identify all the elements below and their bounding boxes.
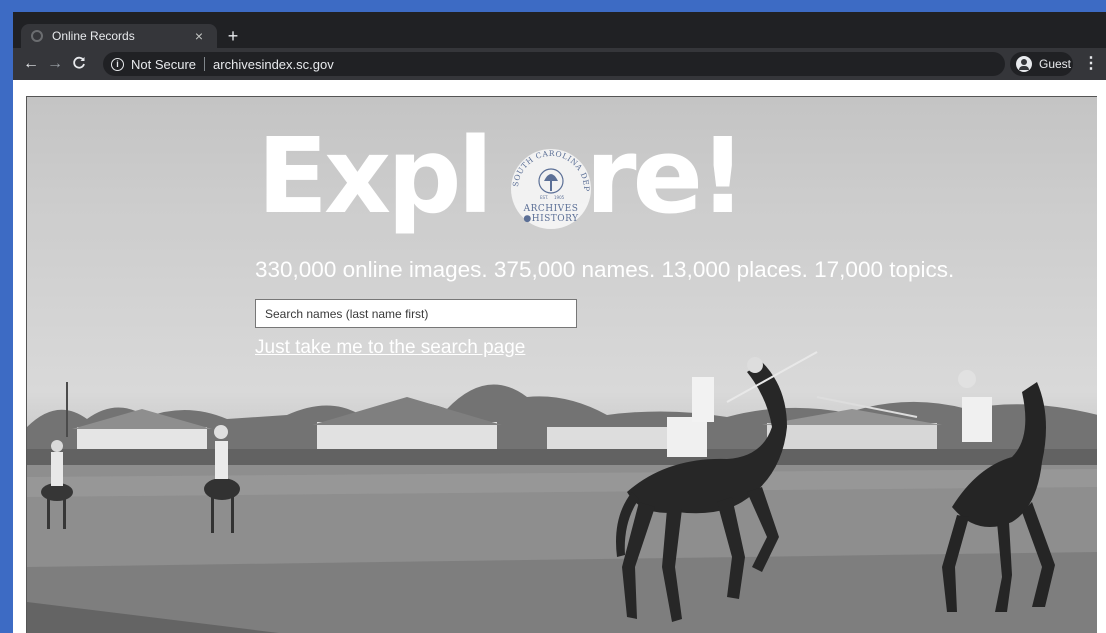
archives-seal-logo: SOUTH CAROLINA DEPARTMENT OF EST. 1905 A… (506, 137, 591, 229)
search-names-input[interactable] (255, 299, 577, 328)
svg-text:1905: 1905 (554, 195, 565, 200)
title-part-right: re! (585, 115, 746, 237)
reload-icon[interactable] (67, 51, 91, 78)
tab-strip: Online Records × + (13, 12, 1106, 48)
svg-text:EST.: EST. (540, 195, 548, 200)
tab-online-records[interactable]: Online Records × (21, 24, 217, 48)
more-vert-icon[interactable]: ⋮ (1083, 52, 1099, 76)
browser-window: Online Records × + ← → i Not Secure arch… (13, 12, 1106, 633)
close-icon[interactable]: × (191, 28, 207, 44)
page-title: Expl re! (257, 101, 746, 251)
address-bar[interactable]: i Not Secure archivesindex.sc.gov (103, 52, 1005, 76)
toolbar: ← → i Not Secure archivesindex.sc.gov Gu… (13, 48, 1106, 80)
title-part-left: Expl (257, 115, 493, 237)
hero-banner: Expl re! SOUTH CAROLINA DEPARTMENT OF EST… (26, 96, 1097, 633)
svg-text:ARCHIVES: ARCHIVES (523, 204, 579, 214)
profile-label: Guest (1039, 57, 1072, 71)
search-page-link[interactable]: Just take me to the search page (255, 337, 525, 359)
tab-title: Online Records (52, 29, 135, 43)
url-divider (204, 57, 206, 71)
profile-button[interactable]: Guest (1010, 52, 1073, 76)
security-label[interactable]: Not Secure (131, 57, 196, 72)
page-viewport: Expl re! SOUTH CAROLINA DEPARTMENT OF EST… (13, 80, 1106, 633)
url-text[interactable]: archivesindex.sc.gov (213, 57, 334, 72)
info-icon[interactable]: i (111, 57, 124, 71)
svg-text:●HISTORY: ●HISTORY (523, 214, 579, 224)
arrow-left-icon[interactable]: ← (19, 52, 43, 76)
new-tab-button[interactable]: + (223, 26, 243, 46)
person-icon (1016, 56, 1032, 72)
collection-stats: 330,000 online images. 375,000 names. 13… (255, 257, 955, 282)
globe-icon (31, 30, 43, 42)
arrow-right-icon[interactable]: → (43, 52, 67, 76)
